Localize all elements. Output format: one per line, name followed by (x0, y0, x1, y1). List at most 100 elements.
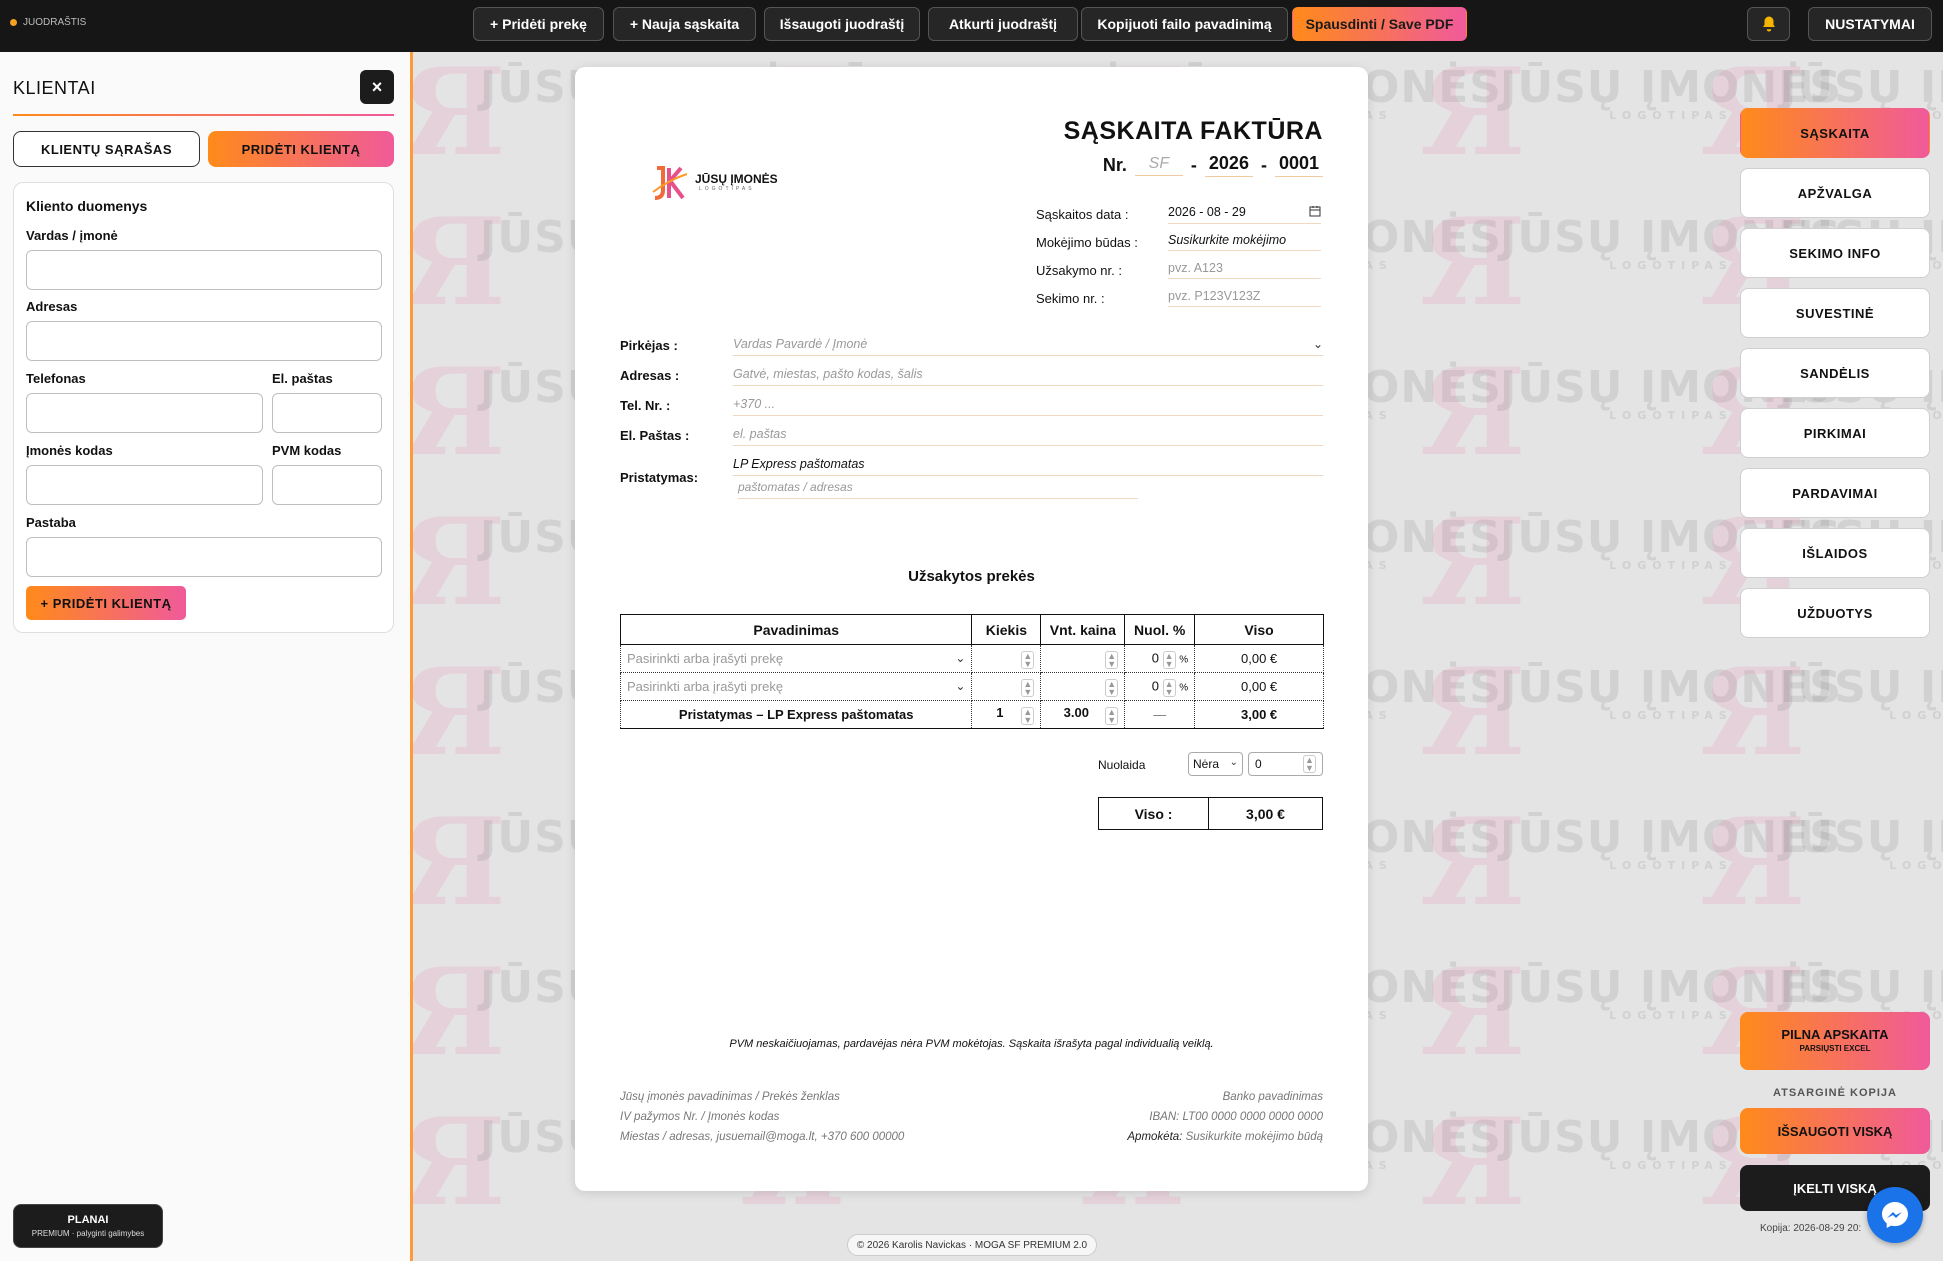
nav-tasks[interactable]: UŽDUOTYS (1740, 588, 1930, 638)
invoice-series-input[interactable]: SF (1134, 155, 1183, 176)
item-qty-input[interactable]: ▲ ▼ (971, 644, 1042, 673)
invoice-date-input[interactable]: 2026 - 08 - 29 (1168, 205, 1321, 224)
invoice-title: SĄSKAITA FAKTŪRA (1063, 117, 1323, 145)
vat-note: PVM neskaičiuojamas, pardavėjas nėra PVM… (729, 1038, 1214, 1050)
client-phone-input[interactable] (26, 393, 263, 433)
order-number-input[interactable]: pvz. A123 (1168, 261, 1321, 279)
item-discount: 0 (1151, 677, 1160, 693)
total-value: 3,00 € (1246, 805, 1285, 822)
nav-summary[interactable]: SUVESTINĖ (1740, 288, 1930, 338)
stepper-icon[interactable]: ▲ ▼ (1303, 755, 1316, 773)
stepper-icon[interactable]: ▲ ▼ (1021, 678, 1035, 697)
percent-label: % (1179, 681, 1189, 693)
calendar-icon[interactable] (1309, 205, 1321, 220)
footer-paid-value: Susikurkite mokėjimo būdą (1185, 1131, 1323, 1143)
column-header-discount: Nuol. % (1124, 614, 1196, 645)
buyer-select[interactable]: Vardas Pavardė / Įmonė ⌄ (733, 337, 1323, 356)
stepper-icon[interactable]: ▲ ▼ (1105, 678, 1119, 697)
invoice-number-row: Nr. SF - 2026 - 0001 (1103, 153, 1323, 177)
messenger-chat-icon[interactable] (1867, 1187, 1923, 1243)
add-client-button[interactable]: + PRIDĖTI KLIENTĄ (26, 586, 186, 620)
client-company-code-input[interactable] (26, 465, 263, 505)
stepper-icon[interactable]: ▲ ▼ (1021, 650, 1035, 669)
item-name-select[interactable]: Pasirinkti arba įrašyti prekę ⌄ (619, 644, 973, 673)
nav-expenses[interactable]: IŠLAIDOS (1740, 528, 1930, 578)
footer-paid-label: Apmokėta: (1127, 1131, 1183, 1143)
tracking-number-input[interactable]: pvz. P123V123Z (1168, 289, 1321, 307)
buyer-email-label: El. Paštas : (620, 428, 690, 443)
item-price-input[interactable]: 3.00 ▲ ▼ (1040, 700, 1126, 729)
buyer-address-input[interactable]: Gatvė, miestas, pašto kodas, šalis (733, 367, 1323, 386)
item-name: Pasirinkti arba įrašyti prekę (627, 651, 784, 666)
save-draft-button[interactable]: Išsaugoti juodraštį (764, 7, 920, 41)
item-qty-input[interactable]: 1 ▲ ▼ (971, 700, 1042, 729)
items-section-title: Užsakytos prekės (908, 568, 1035, 585)
item-name: Pristatymas – LP Express paštomatas (619, 700, 973, 729)
nr-dash: - (1260, 154, 1267, 175)
close-icon[interactable]: × (360, 70, 394, 104)
nav-sales[interactable]: PARDAVIMAI (1740, 468, 1930, 518)
restore-draft-button[interactable]: Atkurti juodraštį (928, 7, 1078, 41)
save-all-button[interactable]: IŠSAUGOTI VISKĄ (1740, 1108, 1930, 1154)
client-name-input[interactable] (26, 250, 382, 290)
nav-overview[interactable]: APŽVALGA (1740, 168, 1930, 218)
tab-add-client[interactable]: PRIDĖTI KLIENTĄ (208, 131, 394, 167)
print-pdf-button[interactable]: Spausdinti / Save PDF (1292, 7, 1467, 41)
discount-type-value: Nėra (1193, 757, 1220, 771)
stepper-icon[interactable]: ▲ ▼ (1105, 650, 1119, 669)
column-header-name: Pavadinimas (619, 614, 973, 645)
company-logo[interactable]: JŪSŲ ĮMONĖS LOGOTIPAS (649, 162, 809, 202)
table-row: Pasirinkti arba įrašyti prekę ⌄ ▲ ▼ ▲ ▼ 0 ▲… (619, 644, 1324, 673)
watermark-text: JŪSŲ ĮMONĖSLOGOTIPAS (1780, 812, 1943, 872)
invoice-number-input[interactable]: 0001 (1274, 153, 1323, 177)
stepper-icon[interactable]: ▲ ▼ (1162, 678, 1176, 697)
company-code-label: Įmonės kodas (26, 443, 113, 458)
delivery-select[interactable]: LP Express paštomatas (733, 457, 1323, 476)
invoice-total: Viso : 3,00 € (1098, 797, 1323, 830)
item-price-input[interactable]: ▲ ▼ (1040, 672, 1126, 701)
delivery-point-input[interactable]: paštomatas / adresas (738, 480, 1138, 499)
client-email-input[interactable] (272, 393, 382, 433)
item-total: 3,00 € (1194, 700, 1324, 729)
logo-subtext: LOGOTIPAS (699, 186, 755, 192)
client-vat-code-input[interactable] (272, 465, 382, 505)
item-qty-input[interactable]: ▲ ▼ (971, 672, 1042, 701)
payment-method-input[interactable]: Susikurkite mokėjimo (1168, 233, 1321, 251)
nr-dash: - (1190, 154, 1197, 175)
plans-button[interactable]: PLANAI PREMIUM · palyginti galimybes (13, 1204, 163, 1248)
notifications-bell-icon[interactable] (1747, 7, 1790, 41)
backup-label: ATSARGINĖ KOPIJA (1773, 1087, 1897, 1099)
add-item-button[interactable]: + Pridėti prekę (473, 7, 604, 41)
client-note-input[interactable] (26, 537, 382, 577)
nav-invoice[interactable]: SĄSKAITA (1740, 108, 1930, 158)
nav-tracking-info[interactable]: SEKIMO INFO (1740, 228, 1930, 278)
copy-filename-button[interactable]: Kopijuoti failo pavadinimą (1081, 7, 1288, 41)
tab-client-list[interactable]: KLIENTŲ SĄRAŠAS (13, 131, 200, 167)
item-price-input[interactable]: ▲ ▼ (1040, 644, 1126, 673)
new-invoice-button[interactable]: + Nauja sąskaita (613, 7, 756, 41)
stepper-icon[interactable]: ▲ ▼ (1162, 650, 1176, 669)
item-name-select[interactable]: Pasirinkti arba įrašyti prekę ⌄ (619, 672, 973, 701)
stepper-icon[interactable]: ▲ ▼ (1105, 706, 1119, 725)
buyer-address-label: Adresas : (620, 368, 680, 383)
nav-purchases[interactable]: PIRKIMAI (1740, 408, 1930, 458)
full-accounting-button[interactable]: PILNA APSKAITA PARSIŲSTI EXCEL (1740, 1012, 1930, 1070)
chevron-down-icon: ⌄ (1312, 337, 1323, 351)
nav-warehouse[interactable]: SANDĖLIS (1740, 348, 1930, 398)
discount-value-input[interactable]: 0 ▲ ▼ (1248, 752, 1323, 776)
plans-subtitle: PREMIUM · palyginti galimybes (31, 1229, 145, 1238)
address-label: Adresas (26, 299, 78, 314)
buyer-phone-input[interactable]: +370 ... (733, 397, 1323, 416)
client-address-input[interactable] (26, 321, 382, 361)
item-discount-input[interactable]: 0 ▲ ▼ % (1124, 672, 1196, 701)
divider (13, 114, 394, 116)
discount-type-select[interactable]: Nėra ⌄ (1188, 752, 1243, 776)
item-discount-input[interactable]: 0 ▲ ▼ % (1124, 644, 1196, 673)
item-total: 0,00 € (1194, 644, 1324, 673)
column-header-qty: Kiekis (971, 614, 1042, 645)
watermark-text: JŪSŲ ĮMONĖSLOGOTIPAS (1780, 662, 1943, 722)
stepper-icon[interactable]: ▲ ▼ (1021, 706, 1035, 725)
invoice-year-input[interactable]: 2026 (1204, 153, 1253, 177)
settings-button[interactable]: NUSTATYMAI (1808, 7, 1932, 41)
buyer-email-input[interactable]: el. paštas (733, 427, 1323, 446)
